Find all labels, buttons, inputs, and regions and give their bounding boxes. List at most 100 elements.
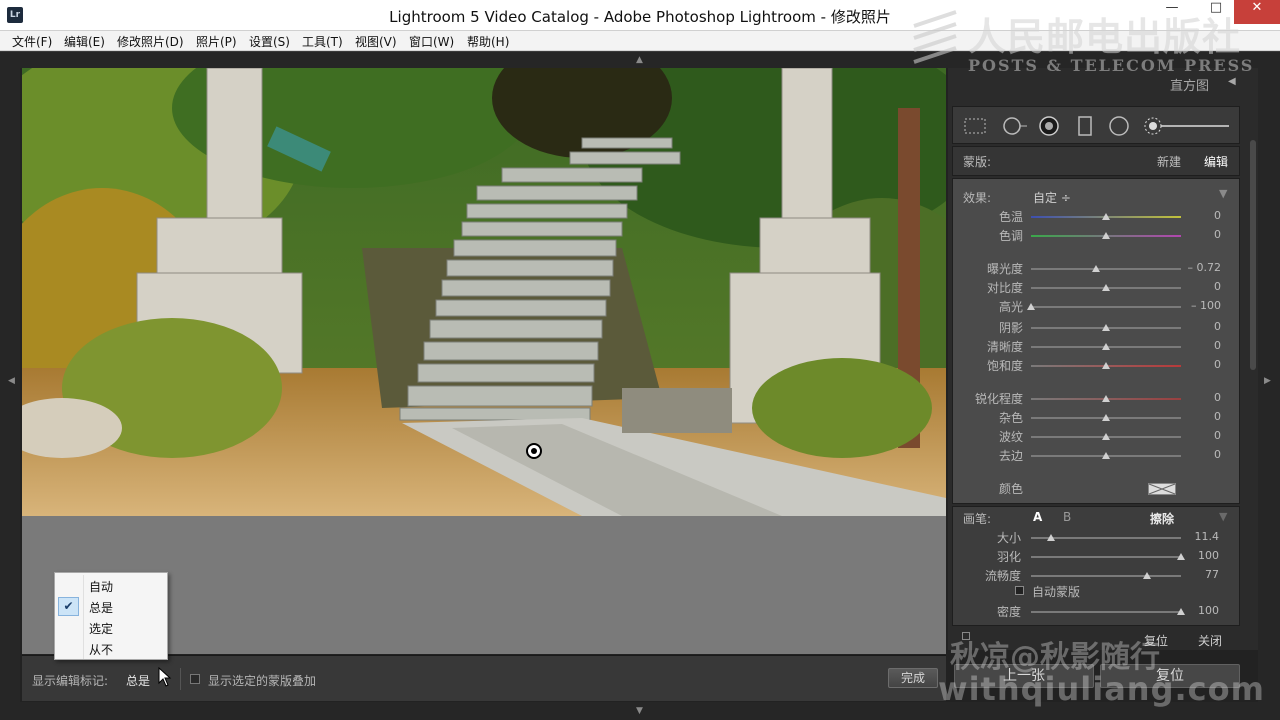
- edit-pins-menu: 自动 ✔ 总是 选定 从不: [54, 572, 168, 660]
- edit-pin-center: [531, 448, 537, 454]
- slider-label: 去边: [998, 449, 1023, 463]
- menu-item-label: 从不: [89, 643, 114, 657]
- effect-preset-dropdown[interactable]: 自定 ÷: [1033, 189, 1071, 206]
- top-panel-toggle-icon[interactable]: ▲: [636, 55, 643, 65]
- show-edit-pins-label: 显示编辑标记:: [32, 674, 109, 688]
- effect-label: 效果:: [963, 191, 992, 205]
- slider-thumb[interactable]: [1142, 572, 1151, 579]
- slider-value[interactable]: 0: [1161, 391, 1221, 404]
- bottom-panel-toggle-icon[interactable]: ▼: [636, 706, 643, 716]
- slider-value[interactable]: 0: [1161, 209, 1221, 222]
- right-panel-scrollbar[interactable]: [1250, 140, 1256, 370]
- slider-value[interactable]: 77: [1159, 568, 1219, 581]
- slider-value[interactable]: 0: [1161, 228, 1221, 241]
- slider-thumb[interactable]: [1027, 303, 1035, 310]
- slider-label: 大小: [996, 531, 1021, 545]
- mask-edit-button[interactable]: 编辑: [1204, 153, 1228, 170]
- menu-item-label: 自动: [89, 580, 114, 594]
- left-panel-toggle-icon[interactable]: ◀: [8, 376, 15, 386]
- slider-value[interactable]: 0: [1161, 320, 1221, 333]
- slider-label: 羽化: [996, 550, 1021, 564]
- image-canvas[interactable]: [22, 68, 946, 654]
- slider-label: 饱和度: [986, 359, 1023, 373]
- publisher-logo-icon: [913, 10, 957, 64]
- slider-thumb[interactable]: [1102, 324, 1110, 331]
- effect-collapse-icon[interactable]: ▼: [1219, 187, 1227, 200]
- auto-mask-checkbox[interactable]: [1015, 586, 1024, 595]
- left-panel-edge[interactable]: [0, 52, 20, 720]
- slider-thumb[interactable]: [1102, 414, 1110, 421]
- slider-value[interactable]: 0: [1161, 448, 1221, 461]
- slider-thumb[interactable]: [1102, 362, 1110, 369]
- brush-a-tab[interactable]: A: [1033, 510, 1042, 524]
- auto-mask-label: 自动蒙版: [1032, 585, 1081, 599]
- menu-item-always[interactable]: ✔ 总是: [55, 596, 167, 617]
- menu-window[interactable]: 窗口(W): [409, 33, 454, 50]
- mask-label: 蒙版:: [963, 155, 992, 169]
- show-mask-overlay-label: 显示选定的蒙版叠加: [208, 674, 317, 688]
- color-swatch-icon[interactable]: [1148, 483, 1176, 495]
- right-panel-toggle-icon[interactable]: ▶: [1264, 376, 1271, 386]
- slider-label: 清晰度: [986, 340, 1023, 354]
- photo-preview[interactable]: [22, 68, 946, 516]
- menu-file[interactable]: 文件(F): [12, 33, 52, 50]
- slider-value[interactable]: 100: [1159, 549, 1219, 562]
- slider-track[interactable]: [1031, 306, 1181, 308]
- menu-develop[interactable]: 修改照片(D): [117, 33, 184, 50]
- slider-value[interactable]: 0: [1161, 358, 1221, 371]
- brush-label: 画笔:: [963, 512, 992, 526]
- done-button[interactable]: 完成: [888, 668, 938, 688]
- slider-value[interactable]: 100: [1159, 604, 1219, 617]
- slider-label: 锐化程度: [974, 392, 1023, 406]
- slider-thumb[interactable]: [1102, 433, 1110, 440]
- slider-thumb[interactable]: [1102, 284, 1110, 291]
- menu-item-never[interactable]: 从不: [55, 638, 167, 659]
- slider-value[interactable]: – 0.72: [1161, 261, 1222, 274]
- publisher-en-watermark: POSTS & TELECOM PRESS: [968, 56, 1255, 75]
- show-edit-pins-dropdown[interactable]: 总是: [126, 672, 150, 689]
- menu-help[interactable]: 帮助(H): [467, 33, 509, 50]
- red-eye-icon[interactable]: [1037, 116, 1061, 136]
- menu-settings[interactable]: 设置(S): [249, 33, 290, 50]
- mask-new-button[interactable]: 新建: [1157, 153, 1181, 170]
- menu-tools[interactable]: 工具(T): [302, 33, 343, 50]
- slider-label: 杂色: [998, 411, 1023, 425]
- slider-thumb[interactable]: [1091, 265, 1100, 272]
- slider-value[interactable]: 0: [1161, 339, 1221, 352]
- menu-edit[interactable]: 编辑(E): [64, 33, 105, 50]
- close-panel-button[interactable]: 关闭: [1198, 632, 1222, 649]
- slider-value[interactable]: 0: [1161, 410, 1221, 423]
- histogram-collapse-icon[interactable]: ◀: [1228, 76, 1236, 87]
- show-mask-overlay-checkbox[interactable]: [190, 674, 200, 684]
- crop-overlay-icon[interactable]: [963, 116, 987, 136]
- right-panel-edge[interactable]: [1258, 52, 1280, 720]
- slider-thumb[interactable]: [1046, 534, 1055, 541]
- menu-item-label: 选定: [89, 622, 114, 636]
- brush-collapse-icon[interactable]: ▼: [1219, 510, 1227, 523]
- slider-thumb[interactable]: [1102, 395, 1110, 402]
- slider-value[interactable]: 0: [1161, 429, 1221, 442]
- graduated-filter-icon[interactable]: [1075, 116, 1095, 136]
- slider-value[interactable]: 11.4: [1159, 530, 1220, 543]
- stone-stairs-photo: [22, 68, 946, 516]
- adjustment-brush-icon[interactable]: [1143, 116, 1233, 136]
- slider-value[interactable]: – 100: [1161, 299, 1221, 312]
- brush-panel: 画笔: A B 擦除 ▼ 大小 11.4 羽化 100 流畅度 77 密度 100 自动蒙版: [952, 506, 1240, 626]
- slider-track[interactable]: [1031, 268, 1181, 270]
- slider-thumb[interactable]: [1102, 343, 1110, 350]
- slider-thumb[interactable]: [1102, 213, 1110, 220]
- menu-item-auto[interactable]: 自动: [55, 575, 167, 596]
- color-label: 颜色: [998, 482, 1023, 496]
- radial-filter-icon[interactable]: [1107, 116, 1131, 136]
- brush-erase-tab[interactable]: 擦除: [1150, 510, 1174, 527]
- menu-photo[interactable]: 照片(P): [196, 33, 237, 50]
- slider-thumb[interactable]: [1102, 232, 1110, 239]
- menu-view[interactable]: 视图(V): [355, 33, 397, 50]
- histogram-title[interactable]: 直方图: [1170, 75, 1209, 94]
- site-watermark: withqiuliang.com: [938, 670, 1265, 708]
- menu-item-selected[interactable]: 选定: [55, 617, 167, 638]
- brush-b-tab[interactable]: B: [1063, 510, 1071, 524]
- slider-value[interactable]: 0: [1161, 280, 1221, 293]
- slider-thumb[interactable]: [1102, 452, 1110, 459]
- spot-removal-icon[interactable]: [1001, 116, 1029, 136]
